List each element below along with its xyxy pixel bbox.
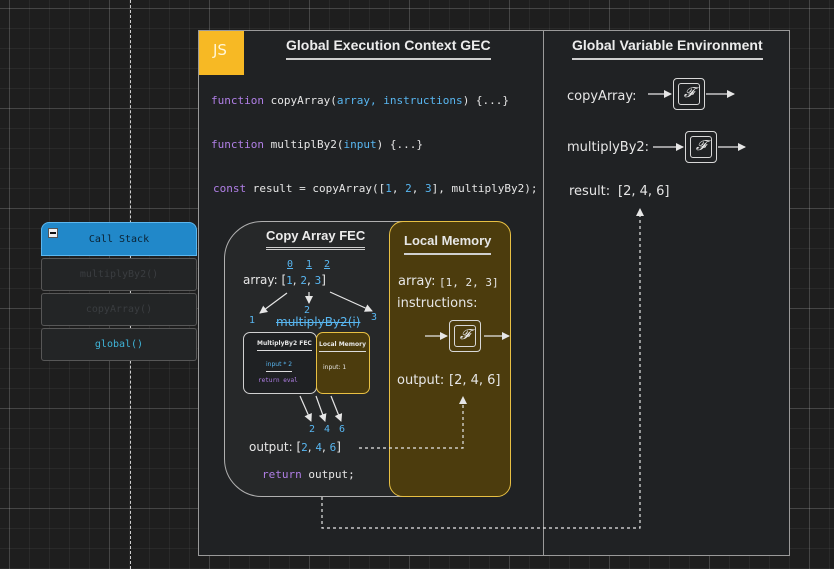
arrow-result-2 [299, 395, 312, 422]
arrow-element-1 [259, 292, 288, 314]
arrow-element-3 [329, 291, 373, 312]
dashed-output-to-lm [359, 396, 467, 449]
dashed-fec-to-result [321, 208, 644, 529]
arrow-result-4 [315, 395, 327, 422]
arrow-result-6 [330, 395, 343, 422]
arrows-overlay [259, 90, 746, 529]
